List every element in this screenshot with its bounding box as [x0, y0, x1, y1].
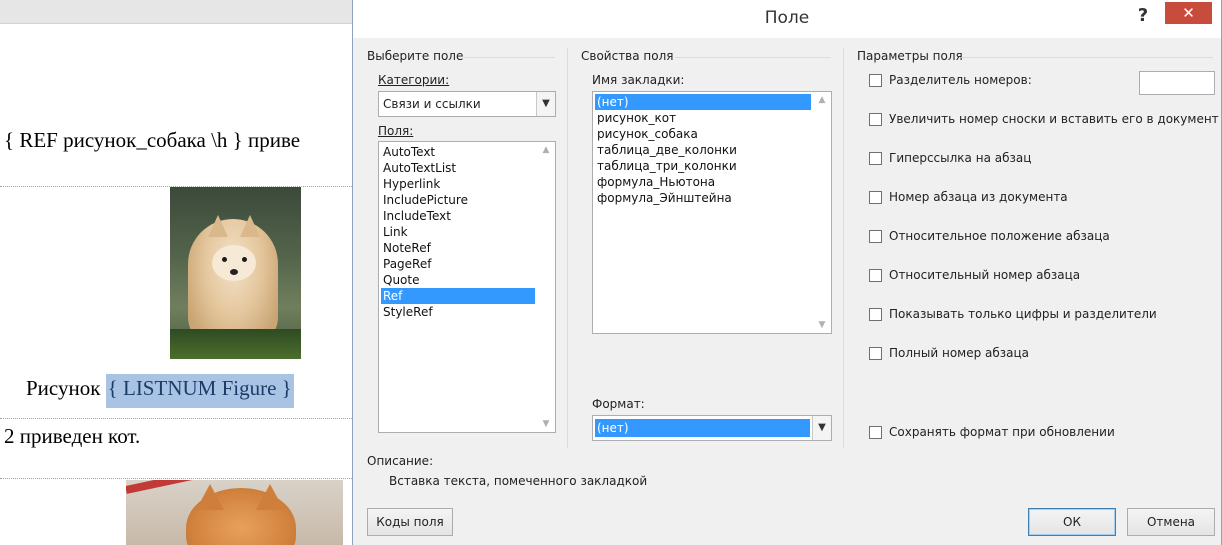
option-relative-number[interactable]: Относительный номер абзаца [869, 268, 1209, 286]
ok-button[interactable]: ОК [1028, 508, 1116, 536]
field-list-item[interactable]: PageRef [381, 256, 535, 272]
format-label: Формат: [592, 397, 645, 411]
field-list-item[interactable]: Hyperlink [381, 176, 535, 192]
checkbox[interactable] [869, 230, 882, 243]
option-increment-footnote[interactable]: Увеличить номер сноски и вставить его в … [869, 112, 1219, 130]
option-full-number[interactable]: Полный номер абзаца [869, 346, 1209, 364]
field-list-item[interactable]: Quote [381, 272, 535, 288]
bookmark-list-item[interactable]: рисунок_собака [595, 126, 811, 142]
bookmark-list-item[interactable]: таблица_две_колонки [595, 142, 811, 158]
field-list-item[interactable]: AutoTextList [381, 160, 535, 176]
body-text-line: 2 приведен кот. [4, 424, 141, 448]
checkbox[interactable] [869, 152, 882, 165]
bookmark-list[interactable]: ▲ ▼ (нет) рисунок_кот рисунок_собака таблиц… [592, 91, 832, 334]
description-text: Вставка текста, помеченного закладкой [389, 474, 648, 488]
fields-list[interactable]: ▲ ▼ AutoText AutoTextList Hyperlink Include… [378, 141, 556, 433]
bookmark-list-item[interactable]: рисунок_кот [595, 110, 811, 126]
dialog-titlebar: Поле ? ✕ [353, 0, 1221, 38]
bookmark-list-item[interactable]: формула_Эйнштейна [595, 190, 811, 206]
format-select[interactable]: (нет) ▼ [592, 415, 832, 441]
listnum-field[interactable]: { LISTNUM Figure } [105, 374, 294, 408]
group-divider [961, 57, 1213, 58]
option-paragraph-number[interactable]: Номер абзаца из документа [869, 190, 1209, 208]
document-background: { REF рисунок_собака \h } приве Рисунок … [0, 0, 352, 545]
figure-caption: Рисунок { LISTNUM Figure } [26, 374, 294, 408]
field-dialog: Поле ? ✕ Выберите поле Категории: Связи … [352, 0, 1222, 545]
description-label: Описание: [367, 454, 434, 468]
checkbox[interactable] [869, 113, 882, 126]
format-value: (нет) [597, 421, 629, 435]
document-toolbar [0, 0, 352, 24]
field-list-item[interactable]: IncludePicture [381, 192, 535, 208]
option-preserve-format[interactable]: Сохранять формат при обновлении [869, 425, 1209, 443]
field-list-item[interactable]: Ref [381, 288, 535, 304]
checkbox[interactable] [869, 308, 882, 321]
choose-field-title: Выберите поле [367, 49, 464, 63]
checkbox[interactable] [869, 269, 882, 282]
scroll-up-icon[interactable]: ▲ [537, 142, 555, 158]
group-divider [463, 57, 555, 58]
categories-label: Категории: [378, 73, 450, 87]
field-list-item[interactable]: NoteRef [381, 240, 535, 256]
field-list-item[interactable]: StyleRef [381, 304, 535, 320]
separator-input[interactable] [1139, 71, 1215, 95]
cancel-button[interactable]: Отмена [1127, 508, 1215, 536]
field-codes-button[interactable]: Коды поля [367, 508, 453, 536]
close-icon[interactable]: ✕ [1165, 2, 1212, 24]
checkbox[interactable] [869, 74, 882, 87]
scroll-down-icon[interactable]: ▼ [537, 416, 555, 432]
checkbox[interactable] [869, 426, 882, 439]
option-digits-only[interactable]: Показывать только цифры и разделители [869, 307, 1209, 325]
dialog-title: Поле [764, 8, 810, 28]
bookmark-scrollbar[interactable]: ▲ ▼ [813, 92, 831, 333]
bookmark-list-item[interactable]: таблица_три_колонки [595, 158, 811, 174]
bookmark-name-label: Имя закладки: [592, 73, 685, 87]
option-number-separator[interactable]: Разделитель номеров: [869, 73, 1149, 91]
field-list-item[interactable]: IncludeText [381, 208, 535, 224]
ref-field-line: { REF рисунок_собака \h } приве [4, 128, 301, 152]
dotted-divider [0, 478, 352, 479]
chevron-down-icon[interactable]: ▼ [536, 92, 555, 116]
field-list-item[interactable]: AutoText [381, 144, 535, 160]
chevron-down-icon[interactable]: ▼ [812, 416, 831, 440]
categories-select[interactable]: Связи и ссылки ▼ [378, 91, 556, 117]
option-relative-position[interactable]: Относительное положение абзаца [869, 229, 1209, 247]
fields-scrollbar[interactable]: ▲ ▼ [537, 142, 555, 432]
vertical-separator [567, 48, 568, 448]
field-properties-title: Свойства поля [581, 49, 674, 63]
caption-prefix: Рисунок [26, 376, 106, 400]
bookmark-list-item[interactable]: формула_Ньютона [595, 174, 811, 190]
dog-photo [170, 187, 301, 359]
group-divider [675, 57, 831, 58]
checkbox[interactable] [869, 191, 882, 204]
categories-value: Связи и ссылки [383, 97, 481, 111]
dotted-divider [0, 418, 352, 419]
fields-label: Поля: [378, 124, 414, 138]
bookmark-list-item[interactable]: (нет) [595, 94, 811, 110]
checkbox[interactable] [869, 347, 882, 360]
cat-photo [126, 480, 343, 545]
scroll-up-icon[interactable]: ▲ [813, 92, 831, 108]
field-options-title: Параметры поля [857, 49, 963, 63]
option-hyperlink-paragraph[interactable]: Гиперссылка на абзац [869, 151, 1209, 169]
help-icon[interactable]: ? [1130, 3, 1156, 29]
scroll-down-icon[interactable]: ▼ [813, 317, 831, 333]
vertical-separator [843, 48, 844, 448]
field-list-item[interactable]: Link [381, 224, 535, 240]
